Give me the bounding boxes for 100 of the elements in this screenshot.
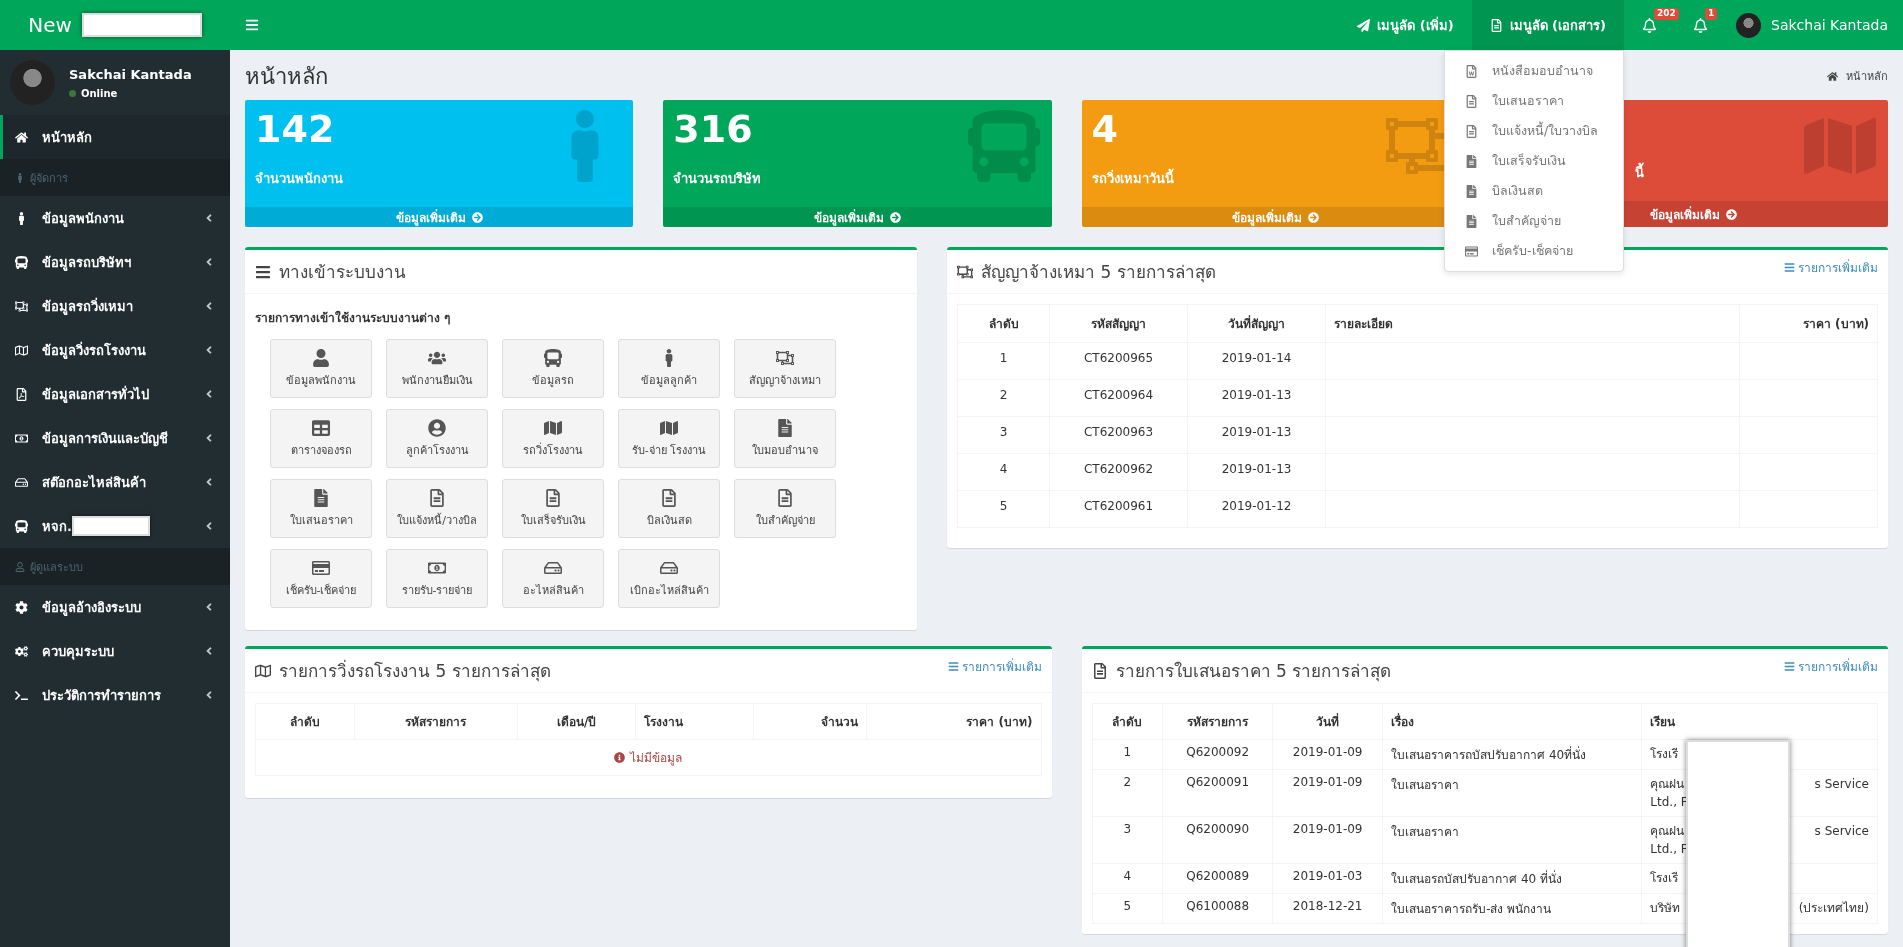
avatar bbox=[1736, 12, 1761, 38]
table-cell: ใบเสนอราคารถรับ-ส่ง พนักงาน bbox=[1382, 893, 1642, 924]
bell-icon bbox=[1642, 17, 1657, 33]
sidebar-item[interactable]: หจก. bbox=[0, 504, 230, 548]
shortcut-tile[interactable]: ลูกค้าโรงงาน bbox=[386, 409, 488, 468]
dropdown-item[interactable]: หนังสือมอบอำนาจ bbox=[1445, 56, 1623, 86]
avatar bbox=[10, 60, 55, 105]
table-cell: 2019-01-03 bbox=[1272, 863, 1383, 894]
table-cell: 5 bbox=[957, 490, 1050, 528]
shortcut-tile[interactable]: ใบเสร็จรับเงิน bbox=[502, 479, 604, 538]
table-cell: ใบเสนอราคารถบัสปรับอากาศ 40ที่นั่ง bbox=[1382, 739, 1642, 770]
dropdown-item[interactable]: ใบสำคัญจ่าย bbox=[1445, 206, 1623, 236]
bus-icon bbox=[15, 519, 28, 533]
breadcrumb-link[interactable]: หน้าหลัก bbox=[1827, 67, 1888, 85]
logo-text: New bbox=[28, 13, 72, 37]
shortcut-tile[interactable]: ใบมอบอำนาจ bbox=[734, 409, 836, 468]
table-cell: CT6200963 bbox=[1049, 416, 1188, 454]
column-header: วันที่สัญญา bbox=[1187, 304, 1326, 343]
table-cell: 2019-01-13 bbox=[1187, 379, 1326, 417]
sidebar-item[interactable]: สต๊อกอะไหล่สินค้า bbox=[0, 460, 230, 504]
list-icon bbox=[1784, 262, 1795, 273]
sidebar-item[interactable]: ข้อมูลรถวิ่งเหมา bbox=[0, 284, 230, 328]
document-icon bbox=[776, 418, 794, 437]
shortcut-tile[interactable]: บิลเงินสด bbox=[618, 479, 720, 538]
table-cell: 4 bbox=[1092, 863, 1163, 894]
sidebar-item[interactable]: ควบคุมระบบ bbox=[0, 629, 230, 673]
table-cell: 3 bbox=[1092, 816, 1163, 864]
table-icon bbox=[312, 418, 330, 437]
list-icon bbox=[947, 661, 959, 672]
more-link[interactable]: รายการเพิ่มเติม bbox=[1784, 258, 1878, 277]
panel-title: ทางเข้าระบบงาน bbox=[279, 261, 407, 284]
column-header: ลำดับ bbox=[255, 703, 355, 740]
table-cell: 2019-01-09 bbox=[1272, 769, 1383, 817]
sidebar-item[interactable]: ข้อมูลรถบริษัทฯ bbox=[0, 240, 230, 284]
document-icon bbox=[1465, 94, 1478, 108]
page-title: หน้าหลัก bbox=[245, 62, 328, 91]
table-cell-text: คุณฝน bbox=[1650, 776, 1685, 793]
table-cell: 2019-01-09 bbox=[1272, 816, 1383, 864]
info-icon bbox=[614, 752, 626, 763]
card-icon bbox=[1465, 244, 1478, 258]
shortcut-tile[interactable]: ตารางจองรถ bbox=[270, 409, 372, 468]
table-cell: ใบเสนอราคา bbox=[1382, 816, 1642, 864]
sidebar-item[interactable]: ข้อมูลพนักงาน bbox=[0, 196, 230, 240]
shortcut-tile[interactable]: พนักงานยืมเงิน bbox=[386, 339, 488, 398]
sidebar-item[interactable]: ประวัติการทำรายการ bbox=[0, 673, 230, 717]
shortcut-menu-link[interactable]: เมนูลัด (เอกสาร) bbox=[1471, 0, 1624, 50]
shortcut-tile[interactable]: เบิกอะไหล่สินค้า bbox=[618, 549, 720, 608]
table-cell-text: (ประเทศไทย) bbox=[1798, 900, 1869, 917]
bus-icon bbox=[544, 348, 562, 367]
more-info-link[interactable]: ข้อมูลเพิ่มเติม bbox=[813, 207, 901, 227]
table-cell: 5 bbox=[1092, 893, 1163, 924]
table-cell: Q6200092 bbox=[1162, 739, 1273, 770]
shortcut-tile[interactable]: รับ-จ่าย โรงงาน bbox=[618, 409, 720, 468]
column-header: ลำดับ bbox=[957, 304, 1050, 343]
shortcut-tile[interactable]: ข้อมูลรถ bbox=[502, 339, 604, 398]
stat-number: 316 bbox=[673, 110, 753, 148]
user-name: Sakchai Kantada bbox=[69, 66, 192, 82]
user-icon bbox=[15, 561, 25, 572]
table-cell: 2019-01-12 bbox=[1187, 490, 1326, 528]
dropdown-item[interactable]: ใบเสนอราคา bbox=[1445, 86, 1623, 116]
shortcut-tile[interactable]: สัญญาจ้างเหมา bbox=[734, 339, 836, 398]
shortcut-tile[interactable]: ข้อมูลพนักงาน bbox=[270, 339, 372, 398]
sidebar-item[interactable]: ข้อมูลเอกสารทั่วไป bbox=[0, 372, 230, 416]
arrow-right-icon bbox=[471, 211, 483, 223]
shortcut-tile[interactable]: ข้อมูลลูกค้า bbox=[618, 339, 720, 398]
card-icon bbox=[312, 558, 330, 577]
shortcut-tile[interactable]: อะไหล่สินค้า bbox=[502, 549, 604, 608]
frame-icon bbox=[15, 299, 28, 313]
more-info-link[interactable]: ข้อมูลเพิ่มเติม bbox=[1650, 204, 1738, 224]
shortcut-tile[interactable]: ใบสำคัญจ่าย bbox=[734, 479, 836, 538]
document-icon bbox=[1465, 124, 1478, 138]
sidebar-item[interactable]: หน้าหลัก bbox=[0, 115, 230, 159]
table-cell: 2018-12-21 bbox=[1272, 893, 1383, 924]
stat-number: 4 bbox=[1091, 110, 1118, 148]
document-icon bbox=[1091, 662, 1108, 679]
sidebar-item[interactable]: ข้อมูลอ้างอิงระบบ bbox=[0, 585, 230, 629]
stat-label: นี้ bbox=[1634, 162, 1878, 183]
bus-icon bbox=[967, 110, 1040, 182]
dropdown-item[interactable]: ใบแจ้งหนี้/ใบวางบิล bbox=[1445, 116, 1623, 146]
drive-icon bbox=[15, 475, 28, 489]
table-cell: 2 bbox=[957, 379, 1050, 417]
map-icon bbox=[660, 418, 678, 437]
more-link[interactable]: รายการเพิ่มเติม bbox=[947, 657, 1042, 676]
dropdown-item[interactable]: เช็ครับ-เช็คจ่าย bbox=[1445, 236, 1623, 266]
shortcut-tile[interactable]: เช็ครับ-เช็คจ่าย bbox=[270, 549, 372, 608]
more-link[interactable]: รายการเพิ่มเติม bbox=[1784, 657, 1878, 676]
table-cell: Q6100088 bbox=[1162, 893, 1273, 924]
table-cell: 1 bbox=[957, 342, 1050, 380]
sidebar-item[interactable]: ข้อมูลวิ่งรถโรงงาน bbox=[0, 328, 230, 372]
sidebar-item[interactable]: ข้อมูลการเงินและบัญชี bbox=[0, 416, 230, 460]
shortcut-tile[interactable]: ใบเสนอราคา bbox=[270, 479, 372, 538]
home-icon bbox=[15, 130, 28, 144]
online-status: Online bbox=[69, 87, 192, 99]
shortcut-tile[interactable]: รถวิ่งโรงงาน bbox=[502, 409, 604, 468]
user-icon bbox=[312, 348, 330, 367]
column-header: รายละเอียด bbox=[1325, 304, 1740, 343]
table-cell: 2019-01-14 bbox=[1187, 342, 1326, 380]
shortcut-tile[interactable]: รายรับ-รายจ่าย bbox=[386, 549, 488, 608]
shortcut-tile[interactable]: ใบแจ้งหนี้/วางบิล bbox=[386, 479, 488, 538]
column-header: เรื่อง bbox=[1382, 703, 1642, 740]
